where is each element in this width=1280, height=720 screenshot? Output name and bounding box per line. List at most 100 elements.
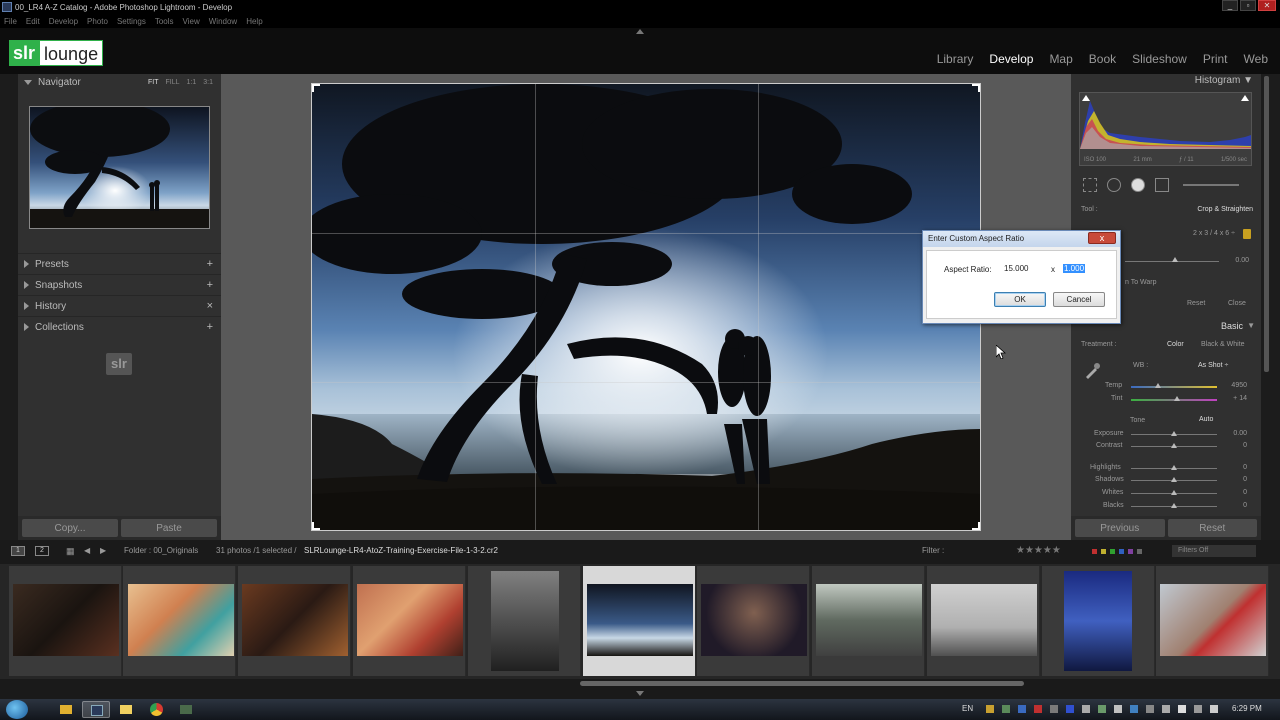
module-print[interactable]: Print bbox=[1203, 52, 1228, 66]
menu-edit[interactable]: Edit bbox=[26, 17, 40, 26]
menu-tools[interactable]: Tools bbox=[155, 17, 174, 26]
contrast-slider-knob[interactable] bbox=[1171, 443, 1177, 448]
collapse-top-arrow-icon[interactable] bbox=[636, 29, 644, 34]
whites-slider-knob[interactable] bbox=[1171, 490, 1177, 495]
clear-history-icon[interactable]: × bbox=[207, 300, 213, 312]
tray-app-icon[interactable] bbox=[1034, 705, 1042, 713]
dialog-title-bar[interactable]: Enter Custom Aspect Ratio x bbox=[923, 231, 1120, 247]
history-section[interactable]: History × bbox=[18, 295, 221, 316]
module-map[interactable]: Map bbox=[1049, 52, 1072, 66]
selected-filename[interactable]: SLRLounge-LR4-AtoZ-Training-Exercise-Fil… bbox=[304, 546, 498, 555]
reset-button[interactable]: Reset bbox=[1167, 519, 1257, 537]
menu-help[interactable]: Help bbox=[246, 17, 262, 26]
tray-app-icon[interactable] bbox=[986, 705, 994, 713]
filmstrip-scrollbar[interactable] bbox=[580, 681, 1024, 686]
filmstrip-thumb[interactable] bbox=[812, 566, 925, 676]
battery-icon[interactable] bbox=[1194, 705, 1202, 713]
minimize-button[interactable]: _ bbox=[1222, 0, 1238, 11]
crop-handle-bottom-right[interactable] bbox=[972, 522, 980, 530]
menu-develop[interactable]: Develop bbox=[49, 17, 78, 26]
maximize-button[interactable]: ▫ bbox=[1240, 0, 1256, 11]
presets-section[interactable]: Presets + bbox=[18, 253, 221, 274]
start-button-icon[interactable] bbox=[6, 700, 28, 719]
temp-slider-knob[interactable] bbox=[1155, 383, 1161, 388]
taskbar-explorer-icon[interactable] bbox=[112, 701, 140, 718]
left-panel-edge[interactable] bbox=[0, 74, 18, 540]
module-book[interactable]: Book bbox=[1089, 52, 1116, 66]
module-web[interactable]: Web bbox=[1244, 52, 1268, 66]
tray-app-icon[interactable] bbox=[1050, 705, 1058, 713]
volume-icon[interactable] bbox=[1210, 705, 1218, 713]
add-snapshot-icon[interactable]: + bbox=[207, 279, 213, 291]
graduated-filter-icon[interactable] bbox=[1155, 178, 1169, 192]
zoom-1-1[interactable]: 1:1 bbox=[187, 79, 197, 86]
crop-handle-top-right[interactable] bbox=[972, 84, 980, 92]
rating-filter-stars[interactable]: ★★★★★ bbox=[1016, 545, 1061, 556]
treatment-bw[interactable]: Black & White bbox=[1201, 341, 1245, 348]
constrain-to-warp[interactable]: n To Warp bbox=[1125, 279, 1157, 286]
filmstrip-thumb[interactable] bbox=[238, 566, 351, 676]
filmstrip-thumb[interactable] bbox=[1156, 566, 1269, 676]
tray-app-icon[interactable] bbox=[1002, 705, 1010, 713]
angle-slider-knob[interactable] bbox=[1172, 257, 1178, 262]
crop-handle-bottom-left[interactable] bbox=[312, 522, 320, 530]
tray-app-icon[interactable] bbox=[1130, 705, 1138, 713]
crop-handle-top-left[interactable] bbox=[312, 84, 320, 92]
basic-title[interactable]: Basic bbox=[1221, 321, 1243, 331]
treatment-color[interactable]: Color bbox=[1167, 341, 1184, 348]
network-icon[interactable] bbox=[1146, 705, 1154, 713]
filters-dropdown[interactable]: Filters Off bbox=[1172, 545, 1256, 557]
paste-button[interactable]: Paste bbox=[121, 519, 217, 537]
crop-tool-icon[interactable] bbox=[1083, 178, 1097, 192]
filmstrip-thumb[interactable] bbox=[697, 566, 810, 676]
lock-icon[interactable] bbox=[1243, 229, 1251, 239]
tray-app-icon[interactable] bbox=[1018, 705, 1026, 713]
menu-photo[interactable]: Photo bbox=[87, 17, 108, 26]
module-slideshow[interactable]: Slideshow bbox=[1132, 52, 1187, 66]
tray-app-icon[interactable] bbox=[1082, 705, 1090, 713]
aspect-height-field[interactable]: 1.000 bbox=[1061, 262, 1103, 276]
filmstrip-thumb[interactable] bbox=[468, 566, 581, 676]
close-window-button[interactable]: ✕ bbox=[1258, 0, 1276, 11]
module-library[interactable]: Library bbox=[937, 52, 974, 66]
menu-window[interactable]: Window bbox=[209, 17, 237, 26]
taskbar-lightroom-icon[interactable] bbox=[82, 701, 110, 718]
tint-slider-knob[interactable] bbox=[1174, 396, 1180, 401]
filmstrip-thumb[interactable] bbox=[353, 566, 466, 676]
color-label-filters[interactable] bbox=[1092, 549, 1142, 554]
highlights-slider-knob[interactable] bbox=[1171, 465, 1177, 470]
spot-removal-icon[interactable] bbox=[1107, 178, 1121, 192]
collapse-bottom-arrow-icon[interactable] bbox=[636, 691, 644, 696]
previous-button[interactable]: Previous bbox=[1075, 519, 1165, 537]
tray-app-icon[interactable] bbox=[1114, 705, 1122, 713]
blacks-slider-knob[interactable] bbox=[1171, 503, 1177, 508]
menu-file[interactable]: File bbox=[4, 17, 17, 26]
menu-view[interactable]: View bbox=[183, 17, 200, 26]
wb-value[interactable]: As Shot ÷ bbox=[1198, 362, 1228, 369]
adjustment-brush-icon[interactable] bbox=[1183, 184, 1239, 186]
navigator-preview[interactable] bbox=[29, 106, 210, 229]
crop-close-button[interactable]: Close bbox=[1228, 300, 1246, 307]
auto-tone-button[interactable]: Auto bbox=[1199, 416, 1213, 423]
zoom-3-1[interactable]: 3:1 bbox=[203, 79, 213, 86]
module-develop[interactable]: Develop bbox=[989, 52, 1033, 66]
taskbar-folder-icon[interactable] bbox=[52, 701, 80, 718]
filmstrip-thumb-selected[interactable] bbox=[583, 566, 696, 676]
collapse-basic-icon[interactable]: ▼ bbox=[1247, 321, 1255, 330]
collections-section[interactable]: Collections + bbox=[18, 316, 221, 337]
folder-source[interactable]: Folder : 00_Originals bbox=[124, 546, 198, 555]
filmstrip-thumb[interactable] bbox=[9, 566, 122, 676]
main-photo-crop-area[interactable] bbox=[311, 83, 981, 531]
histogram-header[interactable]: Histogram ▼ bbox=[1071, 74, 1261, 88]
tray-app-icon[interactable] bbox=[1162, 705, 1170, 713]
tray-app-icon[interactable] bbox=[1098, 705, 1106, 713]
clock[interactable]: 6:29 PM bbox=[1232, 704, 1262, 713]
cancel-button[interactable]: Cancel bbox=[1053, 292, 1105, 307]
aspect-width-field[interactable]: 15.000 bbox=[1002, 262, 1044, 276]
back-arrow-icon[interactable]: ◀ bbox=[84, 546, 90, 555]
eyedropper-icon[interactable] bbox=[1083, 362, 1101, 380]
temp-slider[interactable] bbox=[1131, 386, 1217, 388]
filmstrip-thumb[interactable] bbox=[123, 566, 236, 676]
copy-button[interactable]: Copy... bbox=[22, 519, 118, 537]
taskbar-chrome-icon[interactable] bbox=[142, 701, 170, 718]
